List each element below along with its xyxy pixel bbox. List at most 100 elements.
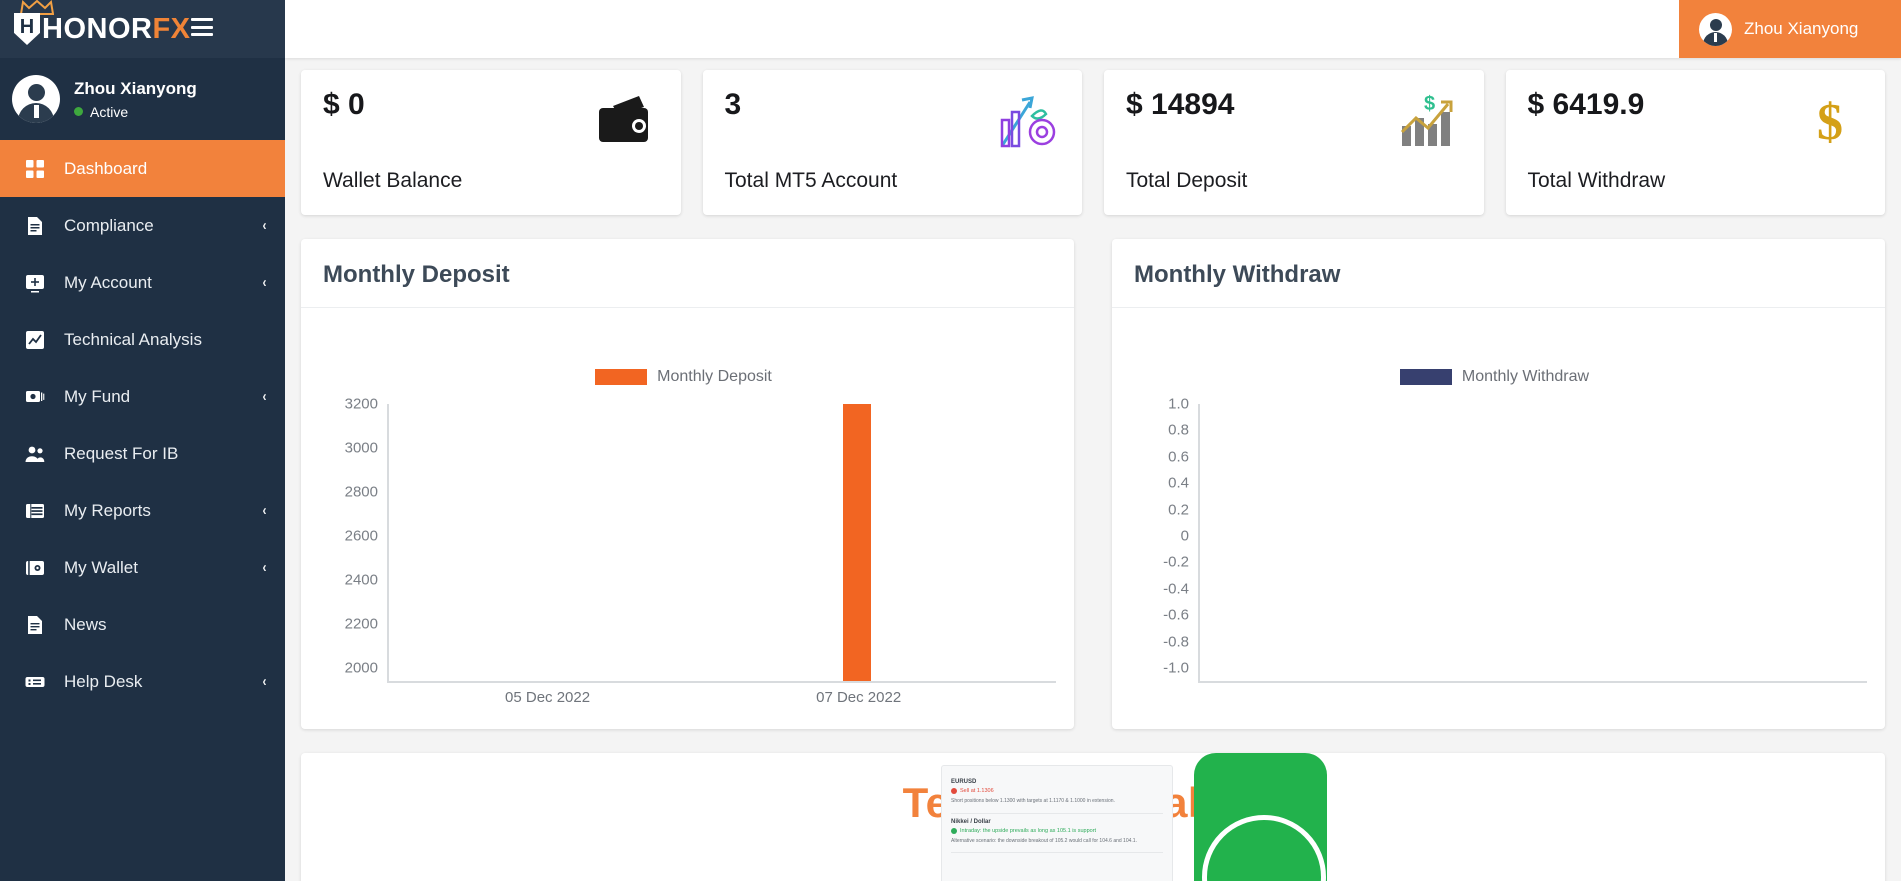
- y-tick: 0.6: [1168, 448, 1189, 466]
- y-tick: 0.8: [1168, 421, 1189, 439]
- technical-analysis-feed[interactable]: EURUSD Sell at 1.1306 Short positions be…: [941, 765, 1173, 881]
- y-tick: 3000: [344, 439, 378, 457]
- signal-text: Intraday: the upside prevails as long as…: [960, 827, 1097, 834]
- growth-chart-icon: [1000, 96, 1056, 148]
- x-tick: 07 Dec 2022: [816, 689, 902, 706]
- bar-chart-dollar-icon: $: [1400, 93, 1452, 146]
- chevron-left-icon: ‹: [262, 673, 267, 690]
- plot-region: 3200 3000 2800 2600 2400 2200 2000: [301, 397, 1056, 683]
- brand-logo[interactable]: HONORFX: [14, 0, 191, 45]
- panel-header: Monthly Deposit: [301, 239, 1074, 308]
- sidebar-item-label: Dashboard: [64, 158, 148, 178]
- sidebar-item-label: News: [64, 614, 107, 634]
- sidebar-item-label: My Reports: [64, 500, 151, 520]
- money-icon: [24, 386, 46, 408]
- list-item[interactable]: Nikkei / Dollar Intraday: the upside pre…: [951, 814, 1163, 853]
- signal-note: Short positions below 1.1300 with target…: [951, 798, 1115, 804]
- hamburger-menu-icon[interactable]: [191, 18, 213, 36]
- sidebar-nav: Dashboard Compliance ‹ My Account ‹ Tech…: [0, 140, 285, 710]
- main-area: Zhou Xianyong $ 0 Wallet Balance 3 Total…: [285, 0, 1901, 881]
- sidebar-item-label: My Account: [64, 272, 152, 292]
- wallet-icon: [24, 557, 46, 579]
- sidebar-item-label: My Wallet: [64, 557, 138, 577]
- shield-logo-icon: [14, 13, 40, 45]
- stat-cards: $ 0 Wallet Balance 3 Total MT5 Account $…: [301, 70, 1885, 215]
- panel-header: Monthly Withdraw: [1112, 239, 1885, 308]
- sidebar-item-news[interactable]: News: [0, 596, 285, 653]
- monthly-withdraw-panel: Monthly Withdraw Monthly Withdraw 1.0 0.…: [1112, 239, 1885, 729]
- y-tick: 0.2: [1168, 501, 1189, 519]
- panel-title: Monthly Deposit: [323, 261, 510, 288]
- chart-legend[interactable]: Monthly Withdraw: [1122, 368, 1867, 386]
- plot-area: [387, 404, 1056, 683]
- profile-name: Zhou Xianyong: [74, 78, 197, 98]
- monthly-deposit-chart[interactable]: Monthly Deposit 3200 3000 2800 2600 2400…: [301, 308, 1074, 729]
- stat-label: Total Deposit: [1126, 169, 1248, 192]
- sidebar-item-my-reports[interactable]: My Reports ‹: [0, 482, 285, 539]
- wallet-icon: [598, 96, 648, 142]
- users-icon: [24, 443, 46, 465]
- plot-area: [1198, 404, 1867, 683]
- y-axis: 3200 3000 2800 2600 2400 2200 2000: [301, 397, 387, 683]
- y-tick: -1.0: [1163, 659, 1189, 677]
- sell-badge-icon: [951, 788, 957, 794]
- trading-ring-icon: [1202, 815, 1326, 881]
- y-axis: 1.0 0.8 0.6 0.4 0.2 0 -0.2 -0.4 -0.6 -0.…: [1112, 397, 1198, 683]
- dollar-sign-icon: $: [1817, 94, 1843, 151]
- y-tick: 3200: [344, 395, 378, 413]
- y-tick: 2000: [344, 659, 378, 677]
- x-axis: 05 Dec 2022 07 Dec 2022: [387, 689, 1056, 711]
- stat-card-wallet-balance[interactable]: $ 0 Wallet Balance: [301, 70, 681, 215]
- trading-widget[interactable]: TRADING: [1194, 753, 1327, 881]
- brand-text-accent: FX: [152, 12, 191, 45]
- stat-card-total-mt5-account[interactable]: 3 Total MT5 Account: [702, 70, 1082, 215]
- profile-status-label: Active: [90, 103, 129, 120]
- brand-text: HONORFX: [42, 12, 191, 45]
- sidebar-item-my-wallet[interactable]: My Wallet ‹: [0, 539, 285, 596]
- charts-row: Monthly Deposit Monthly Deposit 3200 300…: [301, 239, 1885, 729]
- symbol-label: Nikkei / Dollar: [951, 818, 991, 825]
- plot-region: 1.0 0.8 0.6 0.4 0.2 0 -0.2 -0.4 -0.6 -0.…: [1112, 397, 1867, 683]
- stat-card-total-deposit[interactable]: $ 14894 Total Deposit $: [1104, 70, 1484, 215]
- y-tick: -0.4: [1163, 580, 1189, 598]
- bar-07-dec-2022[interactable]: [842, 404, 871, 681]
- chart-legend[interactable]: Monthly Deposit: [311, 368, 1056, 386]
- y-tick: 2400: [344, 571, 378, 589]
- x-tick: 05 Dec 2022: [505, 689, 591, 706]
- sidebar-item-dashboard[interactable]: Dashboard: [0, 140, 285, 197]
- y-tick: -0.2: [1163, 553, 1189, 571]
- sidebar-item-technical-analysis[interactable]: Technical Analysis: [0, 311, 285, 368]
- sidebar-item-help-desk[interactable]: Help Desk ‹: [0, 653, 285, 710]
- chevron-left-icon: ‹: [262, 559, 267, 576]
- legend-label: Monthly Withdraw: [1461, 368, 1590, 385]
- stat-card-total-withdraw[interactable]: $ 6419.9 Total Withdraw $: [1505, 70, 1885, 215]
- document-icon: [24, 215, 46, 237]
- y-tick: 2600: [344, 527, 378, 545]
- avatar: [1699, 12, 1732, 46]
- monthly-deposit-panel: Monthly Deposit Monthly Deposit 3200 300…: [301, 239, 1074, 729]
- user-menu-button[interactable]: Zhou Xianyong: [1679, 0, 1901, 58]
- y-tick: 0: [1180, 527, 1189, 545]
- sidebar-item-label: Request For IB: [64, 443, 179, 463]
- list-icon: [24, 500, 46, 522]
- sidebar-item-label: Technical Analysis: [64, 329, 202, 349]
- chevron-left-icon: ‹: [262, 388, 267, 405]
- sidebar-item-compliance[interactable]: Compliance ‹: [0, 197, 285, 254]
- list-item[interactable]: EURUSD Sell at 1.1306 Short positions be…: [951, 774, 1163, 814]
- legend-swatch: [1399, 369, 1452, 385]
- sidebar-profile[interactable]: Zhou Xianyong Active: [0, 58, 285, 140]
- sidebar-item-request-for-ib[interactable]: Request For IB: [0, 425, 285, 482]
- signal-label: Intraday: the upside prevails as long as…: [951, 827, 1163, 834]
- grid-icon: [24, 158, 46, 180]
- legend-swatch: [595, 369, 648, 385]
- y-tick: 2800: [344, 483, 378, 501]
- brand-header: HONORFX: [0, 0, 285, 58]
- sidebar-item-my-account[interactable]: My Account ‹: [0, 254, 285, 311]
- sidebar-item-label: My Fund: [64, 386, 131, 406]
- monthly-withdraw-chart[interactable]: Monthly Withdraw 1.0 0.8 0.6 0.4 0.2 0 -…: [1112, 308, 1885, 729]
- chevron-left-icon: ‹: [262, 217, 267, 234]
- profile-status: Active: [74, 104, 197, 120]
- sidebar-item-label: Help Desk: [64, 671, 143, 691]
- buy-badge-icon: [951, 827, 957, 834]
- sidebar-item-my-fund[interactable]: My Fund ‹: [0, 368, 285, 425]
